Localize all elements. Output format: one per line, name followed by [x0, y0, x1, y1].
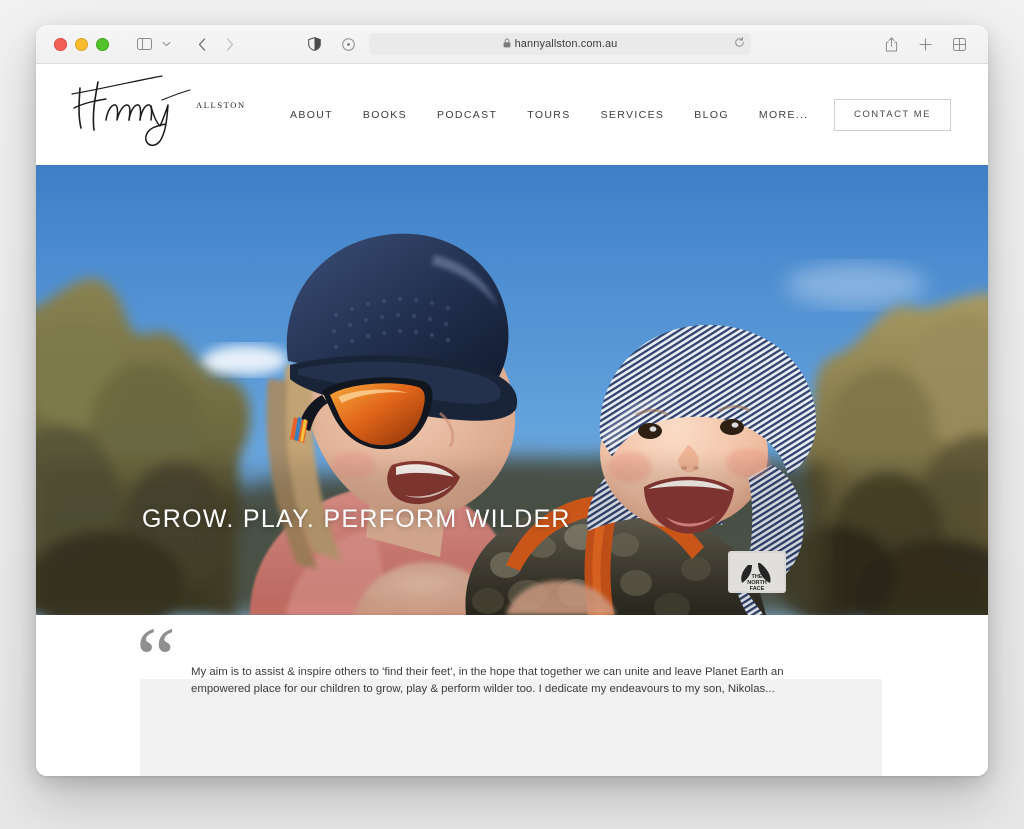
url-text: hannyallston.com.au — [514, 38, 618, 50]
nav-item-services[interactable]: SERVICES — [601, 109, 665, 121]
minimize-button[interactable] — [75, 37, 88, 51]
quote-mark-icon: “ — [136, 610, 176, 709]
logo-surname: ALLSTON — [196, 100, 246, 110]
page-viewport: ALLSTON ABOUT BOOKS PODCAST TOURS SERVIC… — [36, 64, 988, 776]
main-navigation: ABOUT BOOKS PODCAST TOURS SERVICES BLOG … — [290, 109, 809, 121]
reader-shield-icon[interactable] — [301, 32, 327, 56]
nav-item-books[interactable]: BOOKS — [363, 109, 407, 121]
safari-window: hannyallston.com.au ALLSTON ABOUT BOOKS … — [36, 25, 988, 776]
hero-photo: THE NORTH FACE — [36, 165, 988, 615]
nav-item-blog[interactable]: BLOG — [694, 109, 729, 121]
quote-text: My aim is to assist & inspire others to … — [191, 666, 784, 695]
reload-icon[interactable] — [734, 35, 745, 53]
contact-me-button[interactable]: CONTACT ME — [834, 98, 951, 131]
nav-item-more[interactable]: MORE... — [759, 109, 809, 121]
lock-icon — [503, 35, 511, 53]
window-controls — [54, 37, 109, 51]
share-icon[interactable] — [878, 32, 904, 56]
close-button[interactable] — [54, 37, 67, 51]
address-bar[interactable]: hannyallston.com.au — [369, 33, 751, 55]
nav-item-tours[interactable]: TOURS — [527, 109, 570, 121]
contact-me-label: CONTACT ME — [854, 109, 931, 120]
zoom-button[interactable] — [96, 37, 109, 51]
nav-item-podcast[interactable]: PODCAST — [437, 109, 497, 121]
site-header: ALLSTON ABOUT BOOKS PODCAST TOURS SERVIC… — [36, 64, 988, 165]
hero-title: GROW. PLAY. PERFORM WILDER — [142, 505, 571, 533]
hero-banner: THE NORTH FACE GROW. PLAY. PERFORM WILDE… — [36, 165, 988, 615]
browser-toolbar: hannyallston.com.au — [36, 25, 988, 64]
toolbar-right-actions — [878, 32, 972, 56]
chevron-down-icon[interactable] — [153, 32, 179, 56]
forward-arrow-icon — [217, 32, 243, 56]
nav-item-about[interactable]: ABOUT — [290, 109, 333, 121]
site-logo[interactable]: ALLSTON — [70, 72, 260, 152]
hanny-signature-icon — [71, 75, 191, 147]
plus-icon[interactable] — [912, 32, 938, 56]
back-arrow-icon[interactable] — [189, 32, 215, 56]
page-settings-icon[interactable] — [335, 32, 361, 56]
desktop-background: hannyallston.com.au ALLSTON ABOUT BOOKS … — [0, 0, 1024, 829]
quote-section: “ My aim is to assist & inspire others t… — [36, 615, 988, 776]
tab-overview-icon[interactable] — [946, 32, 972, 56]
